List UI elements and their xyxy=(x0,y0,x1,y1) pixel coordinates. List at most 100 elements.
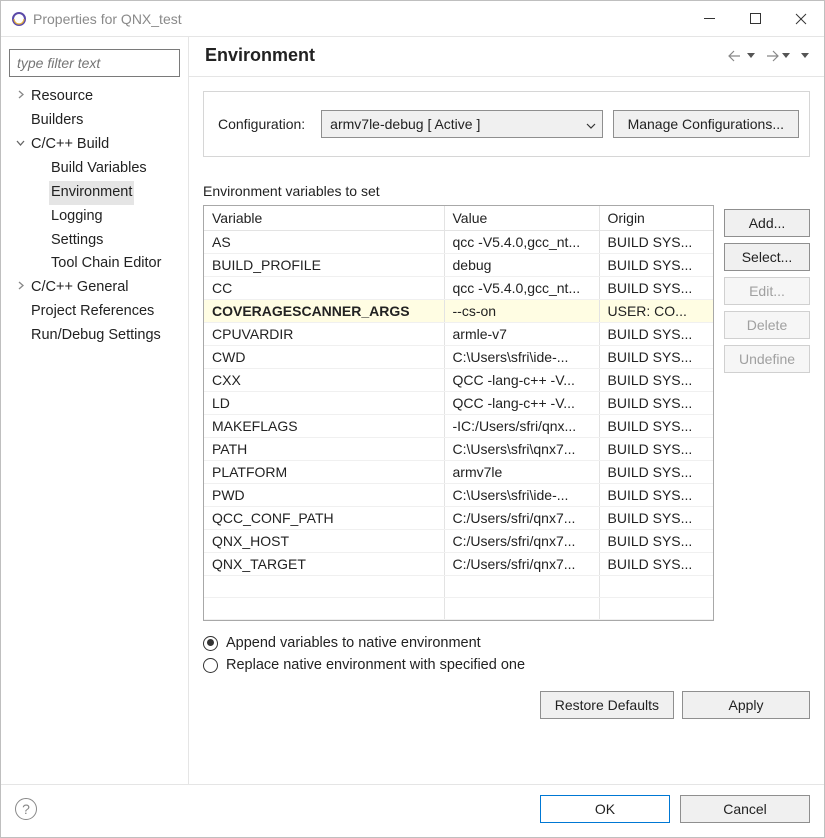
env-cell-value: debug xyxy=(444,254,599,277)
chevron-down-icon xyxy=(782,53,790,58)
env-row[interactable]: BUILD_PROFILEdebugBUILD SYS... xyxy=(204,254,713,277)
twisty-expanded-icon[interactable] xyxy=(13,137,27,154)
env-cell-variable: QNX_TARGET xyxy=(204,553,444,576)
tree-item[interactable]: Environment xyxy=(7,181,182,205)
configuration-group: Configuration: armv7le-debug [ Active ] … xyxy=(203,91,810,157)
configuration-select[interactable]: armv7le-debug [ Active ] xyxy=(321,110,602,138)
tree-item-label: Resource xyxy=(29,85,95,109)
tree-item[interactable]: Project References xyxy=(7,300,182,324)
env-cell-origin: BUILD SYS... xyxy=(599,277,713,300)
env-row[interactable]: PLATFORMarmv7leBUILD SYS... xyxy=(204,461,713,484)
env-row[interactable]: MAKEFLAGS-IC:/Users/sfri/qnx...BUILD SYS… xyxy=(204,415,713,438)
title-bar: Properties for QNX_test xyxy=(1,1,824,36)
env-cell-value: C:\Users\sfri\ide-... xyxy=(444,484,599,507)
nav-menu-button[interactable] xyxy=(797,50,810,62)
apply-button[interactable]: Apply xyxy=(682,691,810,719)
env-row[interactable]: CXXQCC -lang-c++ -V...BUILD SYS... xyxy=(204,369,713,392)
env-row[interactable]: CWDC:\Users\sfri\ide-...BUILD SYS... xyxy=(204,346,713,369)
replace-radio-label: Replace native environment with specifie… xyxy=(226,657,525,673)
env-button-column: Add... Select... Edit... Delete Undefine xyxy=(724,209,810,373)
env-cell-origin: BUILD SYS... xyxy=(599,530,713,553)
env-row[interactable]: COVERAGESCANNER_ARGS--cs-onUSER: CO... xyxy=(204,300,713,323)
tree-item[interactable]: Run/Debug Settings xyxy=(7,324,182,348)
env-row[interactable]: ASqcc -V5.4.0,gcc_nt...BUILD SYS... xyxy=(204,231,713,254)
env-row[interactable]: QNX_HOSTC:/Users/sfri/qnx7...BUILD SYS..… xyxy=(204,530,713,553)
radio-checked-icon xyxy=(203,636,218,651)
maximize-button[interactable] xyxy=(732,1,778,36)
col-value[interactable]: Value xyxy=(444,206,599,231)
env-cell-value: C:/Users/sfri/qnx7... xyxy=(444,530,599,553)
nav-forward-button[interactable] xyxy=(762,50,791,62)
chevron-down-icon xyxy=(586,116,596,132)
env-row[interactable]: LDQCC -lang-c++ -V...BUILD SYS... xyxy=(204,392,713,415)
twisty-collapsed-icon[interactable] xyxy=(13,89,27,106)
env-cell-value: qcc -V5.4.0,gcc_nt... xyxy=(444,277,599,300)
env-cell-origin: BUILD SYS... xyxy=(599,323,713,346)
tree-item-label: Logging xyxy=(49,205,105,229)
tree-item[interactable]: Settings xyxy=(7,229,182,253)
env-row[interactable]: QCC_CONF_PATHC:/Users/sfri/qnx7...BUILD … xyxy=(204,507,713,530)
tree-item[interactable]: C/C++ Build xyxy=(7,133,182,157)
append-radio-label: Append variables to native environment xyxy=(226,635,481,651)
restore-apply-row: Restore Defaults Apply xyxy=(203,691,810,719)
nav-back-button[interactable] xyxy=(727,50,756,62)
env-cell-origin: BUILD SYS... xyxy=(599,392,713,415)
tree-item[interactable]: Builders xyxy=(7,109,182,133)
env-row[interactable]: QNX_TARGETC:/Users/sfri/qnx7...BUILD SYS… xyxy=(204,553,713,576)
append-radio[interactable]: Append variables to native environment xyxy=(203,635,810,651)
replace-radio[interactable]: Replace native environment with specifie… xyxy=(203,657,810,673)
col-origin[interactable]: Origin xyxy=(599,206,713,231)
env-row[interactable]: CCqcc -V5.4.0,gcc_nt...BUILD SYS... xyxy=(204,277,713,300)
cancel-button[interactable]: Cancel xyxy=(680,795,810,823)
chevron-down-icon xyxy=(801,53,809,58)
env-cell-value: C:\Users\sfri\ide-... xyxy=(444,346,599,369)
env-cell-value: C:/Users/sfri/qnx7... xyxy=(444,553,599,576)
env-cell-variable: BUILD_PROFILE xyxy=(204,254,444,277)
chevron-down-icon xyxy=(747,53,755,58)
filter-wrapper xyxy=(9,49,180,77)
filter-input[interactable] xyxy=(9,49,180,77)
env-cell-value: qcc -V5.4.0,gcc_nt... xyxy=(444,231,599,254)
env-row[interactable]: PWDC:\Users\sfri\ide-...BUILD SYS... xyxy=(204,484,713,507)
tree-item[interactable]: C/C++ General xyxy=(7,276,182,300)
close-button[interactable] xyxy=(778,1,824,36)
tree-item[interactable]: Resource xyxy=(7,85,182,109)
native-env-radio-group: Append variables to native environment R… xyxy=(203,635,810,673)
tree-item-label: Settings xyxy=(49,229,105,253)
nav-sidebar: ResourceBuildersC/C++ BuildBuild Variabl… xyxy=(1,37,189,784)
tree-item-label: Run/Debug Settings xyxy=(29,324,163,348)
env-cell-variable: LD xyxy=(204,392,444,415)
tree-item-label: Tool Chain Editor xyxy=(49,252,163,276)
undefine-button: Undefine xyxy=(724,345,810,373)
tree-item-label: C/C++ Build xyxy=(29,133,111,157)
environment-section: Environment variables to set Variable Va… xyxy=(203,183,810,621)
env-cell-variable: AS xyxy=(204,231,444,254)
env-cell-origin: BUILD SYS... xyxy=(599,507,713,530)
tree-item-label: Environment xyxy=(49,181,134,205)
ok-button[interactable]: OK xyxy=(540,795,670,823)
tree-item[interactable]: Build Variables xyxy=(7,157,182,181)
env-cell-variable: PWD xyxy=(204,484,444,507)
dialog-footer: ? OK Cancel xyxy=(1,784,824,837)
env-table[interactable]: Variable Value Origin ASqcc -V5.4.0,gcc_… xyxy=(203,205,714,621)
env-cell-variable: CPUVARDIR xyxy=(204,323,444,346)
env-cell-variable: MAKEFLAGS xyxy=(204,415,444,438)
content-pane: Environment Conf xyxy=(189,37,824,784)
page-header: Environment xyxy=(189,37,824,77)
select-button[interactable]: Select... xyxy=(724,243,810,271)
twisty-collapsed-icon[interactable] xyxy=(13,280,27,297)
radio-unchecked-icon xyxy=(203,658,218,673)
col-variable[interactable]: Variable xyxy=(204,206,444,231)
env-row[interactable]: CPUVARDIRarmle-v7BUILD SYS... xyxy=(204,323,713,346)
env-cell-variable: CWD xyxy=(204,346,444,369)
env-cell-value: --cs-on xyxy=(444,300,599,323)
add-button[interactable]: Add... xyxy=(724,209,810,237)
help-button[interactable]: ? xyxy=(15,798,37,820)
env-row[interactable]: PATHC:\Users\sfri\qnx7...BUILD SYS... xyxy=(204,438,713,461)
tree-item[interactable]: Logging xyxy=(7,205,182,229)
tree-item[interactable]: Tool Chain Editor xyxy=(7,252,182,276)
manage-configurations-button[interactable]: Manage Configurations... xyxy=(613,110,799,138)
minimize-button[interactable] xyxy=(686,1,732,36)
nav-tree: ResourceBuildersC/C++ BuildBuild Variabl… xyxy=(7,85,182,784)
restore-defaults-button[interactable]: Restore Defaults xyxy=(540,691,674,719)
